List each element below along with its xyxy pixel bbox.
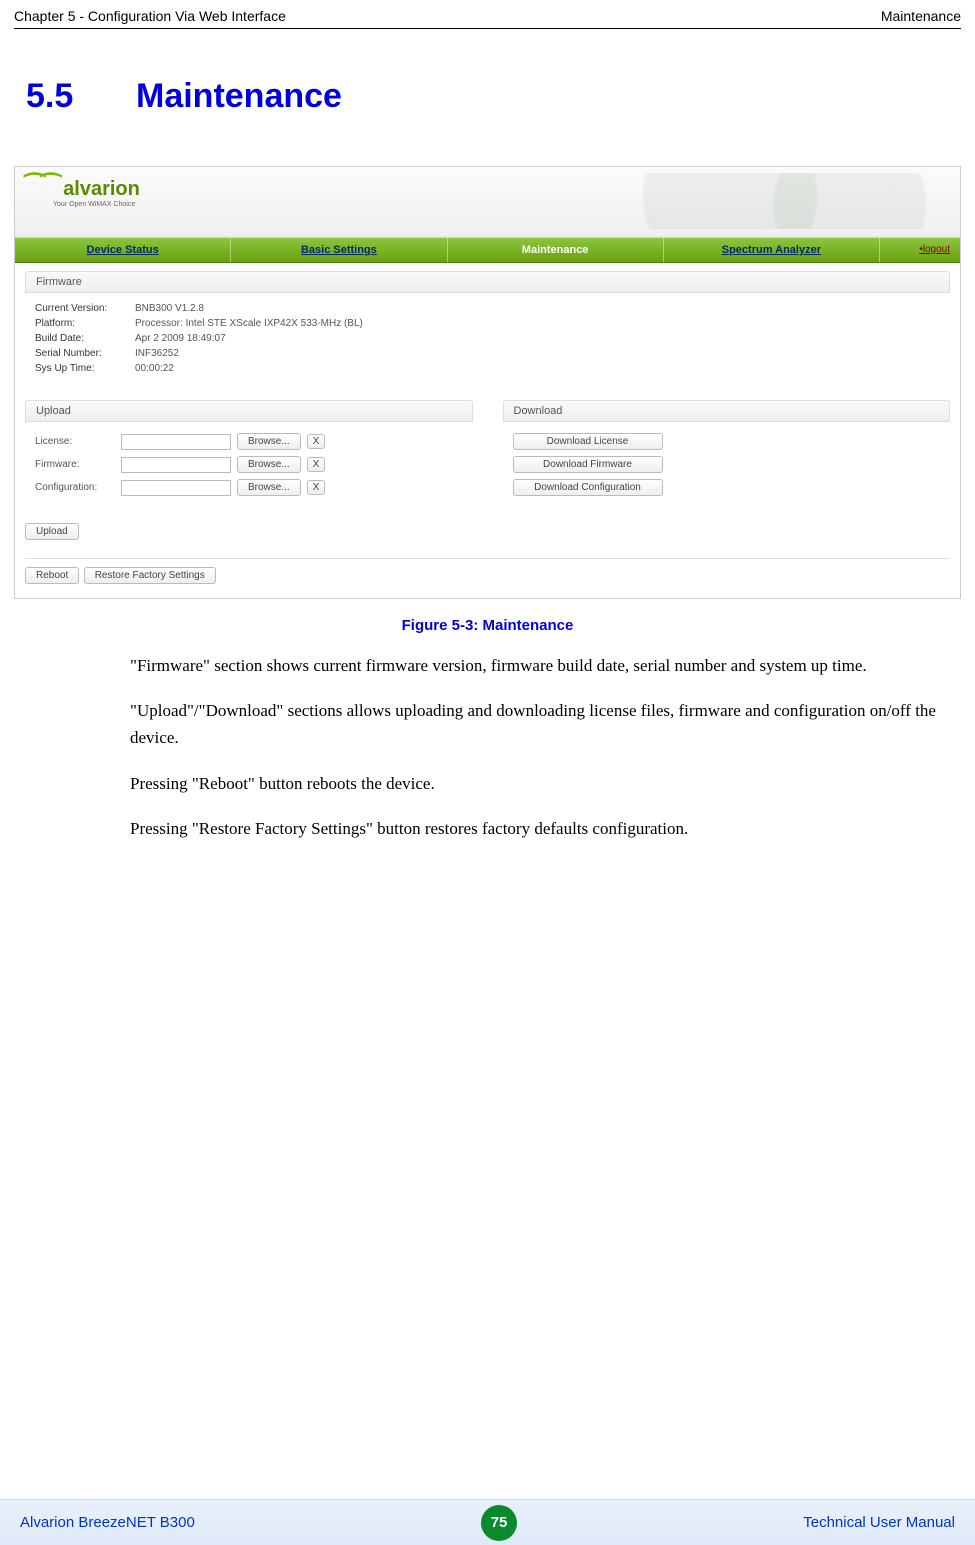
header-section: Maintenance bbox=[881, 8, 961, 24]
upload-row-config: Configuration: Browse... X bbox=[35, 476, 463, 499]
paragraph: "Upload"/"Download" sections allows uplo… bbox=[130, 697, 951, 751]
license-file-input[interactable] bbox=[121, 434, 231, 450]
download-license-button[interactable]: Download License bbox=[513, 433, 663, 450]
download-firmware-button[interactable]: Download Firmware bbox=[513, 456, 663, 473]
firmware-row: Build Date:Apr 2 2009 18:49:07 bbox=[35, 331, 940, 346]
clear-license-button[interactable]: X bbox=[307, 434, 326, 449]
nav-bar: Device Status Basic Settings Maintenance… bbox=[15, 237, 960, 263]
body-text: "Firmware" section shows current firmwar… bbox=[0, 652, 975, 842]
paragraph: "Firmware" section shows current firmwar… bbox=[130, 652, 951, 679]
nav-basic-settings[interactable]: Basic Settings bbox=[231, 237, 447, 263]
divider bbox=[25, 558, 950, 559]
firmware-file-input[interactable] bbox=[121, 457, 231, 473]
upload-row-license: License: Browse... X bbox=[35, 430, 463, 453]
header-chapter: Chapter 5 - Configuration Via Web Interf… bbox=[14, 8, 286, 24]
upload-row-firmware: Firmware: Browse... X bbox=[35, 453, 463, 476]
page-number: 75 bbox=[481, 1505, 517, 1541]
upload-button[interactable]: Upload bbox=[25, 523, 79, 540]
restore-factory-button[interactable]: Restore Factory Settings bbox=[84, 567, 216, 584]
firmware-row: Serial Number:INF36252 bbox=[35, 346, 940, 361]
clear-config-button[interactable]: X bbox=[307, 480, 326, 495]
download-panel-header: Download bbox=[503, 400, 951, 422]
paragraph: Pressing "Restore Factory Settings" butt… bbox=[130, 815, 951, 842]
reboot-button[interactable]: Reboot bbox=[25, 567, 79, 584]
firmware-row: Current Version:BNB300 V1.2.8 bbox=[35, 301, 940, 316]
upload-panel: License: Browse... X Firmware: Browse...… bbox=[25, 422, 473, 509]
nav-spectrum-analyzer[interactable]: Spectrum Analyzer bbox=[664, 237, 880, 263]
world-map-graphic bbox=[640, 173, 940, 229]
firmware-panel-header: Firmware bbox=[25, 271, 950, 293]
config-file-input[interactable] bbox=[121, 480, 231, 496]
brand-logo: ⁀⁀ alvarion bbox=[25, 173, 140, 202]
footer-doc-title: Technical User Manual bbox=[803, 1514, 955, 1531]
page-footer: Alvarion BreezeNET B300 75 Technical Use… bbox=[0, 1499, 975, 1545]
upload-panel-header: Upload bbox=[25, 400, 473, 422]
footer-product: Alvarion BreezeNET B300 bbox=[20, 1514, 195, 1531]
paragraph: Pressing "Reboot" button reboots the dev… bbox=[130, 770, 951, 797]
figure-caption: Figure 5-3: Maintenance bbox=[0, 617, 975, 634]
section-title-text: Maintenance bbox=[136, 77, 342, 115]
browse-firmware-button[interactable]: Browse... bbox=[237, 456, 301, 473]
logo-tagline: Your Open WiMAX Choice bbox=[53, 201, 135, 208]
logout-link[interactable]: •logout bbox=[880, 237, 960, 263]
screenshot-header: ⁀⁀ alvarion Your Open WiMAX Choice bbox=[15, 167, 960, 237]
nav-device-status[interactable]: Device Status bbox=[15, 237, 231, 263]
embedded-screenshot: ⁀⁀ alvarion Your Open WiMAX Choice Devic… bbox=[14, 166, 961, 599]
firmware-panel: Current Version:BNB300 V1.2.8 Platform:P… bbox=[25, 293, 950, 386]
download-config-button[interactable]: Download Configuration bbox=[513, 479, 663, 496]
section-number: 5.5 bbox=[26, 77, 136, 116]
logo-swoosh-icon: ⁀⁀ bbox=[25, 174, 58, 201]
section-heading: 5.5Maintenance bbox=[0, 29, 975, 116]
firmware-row: Platform:Processor: Intel STE XScale IXP… bbox=[35, 316, 940, 331]
download-panel: Download License Download Firmware Downl… bbox=[503, 422, 951, 509]
browse-config-button[interactable]: Browse... bbox=[237, 479, 301, 496]
firmware-row: Sys Up Time:00:00:22 bbox=[35, 361, 940, 376]
nav-maintenance[interactable]: Maintenance bbox=[448, 237, 664, 263]
browse-license-button[interactable]: Browse... bbox=[237, 433, 301, 450]
logo-text: alvarion bbox=[63, 178, 140, 200]
clear-firmware-button[interactable]: X bbox=[307, 457, 326, 472]
